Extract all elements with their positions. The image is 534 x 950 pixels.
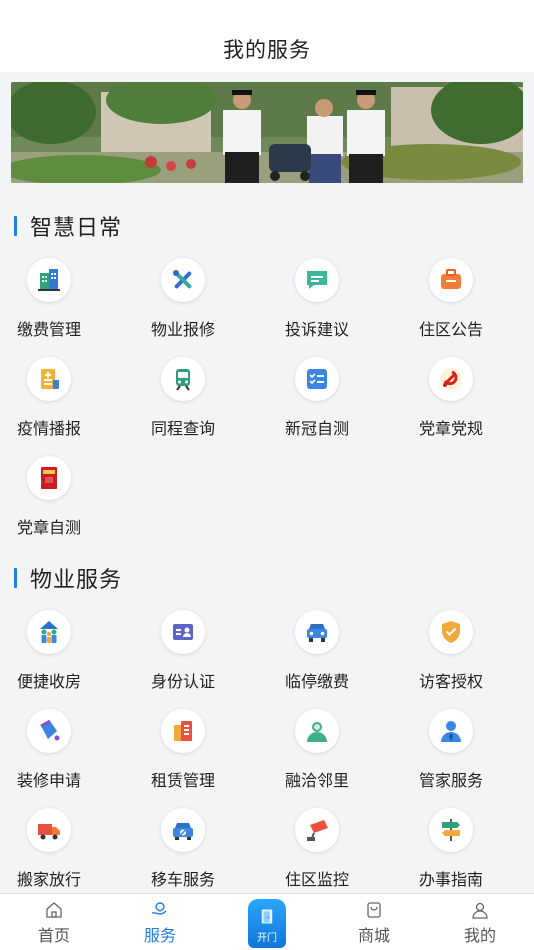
- health-report-icon: [27, 357, 71, 401]
- service-label: 身份认证: [151, 672, 216, 691]
- signpost-icon: [429, 808, 473, 852]
- section-header-smart-daily: 智慧日常: [14, 210, 122, 242]
- banner-image[interactable]: [11, 82, 523, 183]
- user-icon: [472, 902, 488, 919]
- service-visitor-authorization[interactable]: 访客授权: [402, 610, 534, 692]
- service-neighborhood[interactable]: 融洽邻里: [268, 709, 402, 791]
- service-label: 融洽邻里: [285, 771, 350, 790]
- service-community-monitoring[interactable]: 住区监控: [268, 808, 402, 890]
- service-label: 住区公告: [419, 320, 484, 339]
- home-icon: [46, 902, 62, 918]
- service-label: 缴费管理: [17, 320, 82, 339]
- party-emblem-icon: [429, 357, 473, 401]
- section-header-property-services: 物业服务: [14, 562, 122, 594]
- service-covid-selftest[interactable]: 新冠自测: [268, 357, 402, 439]
- service-complaints[interactable]: 投诉建议: [268, 258, 402, 340]
- section-accent-bar: [14, 216, 17, 236]
- paint-bucket-icon: [27, 709, 71, 753]
- service-community-notice[interactable]: 住区公告: [402, 258, 534, 340]
- service-party-rules[interactable]: 党章党规: [402, 357, 534, 439]
- neighbor-user-icon: [295, 709, 339, 753]
- service-label: 搬家放行: [17, 870, 82, 889]
- service-renovation-application[interactable]: 装修申请: [0, 709, 134, 791]
- butler-icon: [429, 709, 473, 753]
- service-butler[interactable]: 管家服务: [402, 709, 534, 791]
- service-parking-fee[interactable]: 临停缴费: [268, 610, 402, 692]
- tab-label: 服务: [143, 926, 176, 945]
- wrench-screwdriver-icon: [161, 258, 205, 302]
- party-book-icon: [27, 456, 71, 500]
- service-label: 投诉建议: [285, 320, 350, 339]
- door-icon: [261, 909, 273, 924]
- tab-label: 首页: [37, 926, 70, 945]
- service-label: 访客授权: [419, 672, 484, 691]
- building-icon: [27, 258, 71, 302]
- service-label: 党章自测: [17, 518, 82, 537]
- move-car-icon: [161, 808, 205, 852]
- camera-icon: [295, 808, 339, 852]
- service-label: 办事指南: [419, 870, 484, 889]
- service-label: 党章党规: [419, 419, 484, 438]
- tab-services[interactable]: 服务: [120, 894, 200, 950]
- open-door-label: 开门: [257, 933, 277, 944]
- section-title: 物业服务: [30, 568, 123, 593]
- service-identity-verification[interactable]: 身份认证: [134, 610, 268, 692]
- banner-photo: [11, 82, 523, 183]
- house-people-icon: [27, 610, 71, 654]
- shopping-bag-icon: [367, 902, 381, 918]
- service-label: 住区监控: [285, 870, 350, 889]
- notice-bag-icon: [429, 258, 473, 302]
- train-icon: [161, 357, 205, 401]
- tab-label: 我的: [463, 926, 496, 945]
- service-moving-release[interactable]: 搬家放行: [0, 808, 134, 890]
- tab-label: 商城: [357, 926, 390, 945]
- service-label: 临停缴费: [285, 672, 350, 691]
- id-card-icon: [161, 610, 205, 654]
- service-label: 同程查询: [151, 419, 216, 438]
- service-label: 新冠自测: [285, 419, 350, 438]
- section-title: 智慧日常: [30, 216, 123, 241]
- service-move-car[interactable]: 移车服务: [134, 808, 268, 890]
- service-label: 管家服务: [419, 771, 484, 790]
- tab-mine[interactable]: 我的: [440, 894, 520, 950]
- service-label: 物业报修: [151, 320, 216, 339]
- service-epidemic-report[interactable]: 疫情播报: [0, 357, 134, 439]
- service-payment-management[interactable]: 缴费管理: [0, 258, 134, 340]
- shield-check-icon: [429, 610, 473, 654]
- page-title: 我的服务: [223, 38, 311, 62]
- tab-home[interactable]: 首页: [14, 894, 94, 950]
- chat-bubble-icon: [295, 258, 339, 302]
- service-label: 疫情播报: [17, 419, 82, 438]
- service-label: 移车服务: [151, 870, 216, 889]
- service-label: 装修申请: [17, 771, 82, 790]
- service-label: 租赁管理: [151, 771, 216, 790]
- service-hand-icon: [151, 902, 167, 915]
- car-front-icon: [295, 610, 339, 654]
- checklist-icon: [295, 357, 339, 401]
- service-quick-handover[interactable]: 便捷收房: [0, 610, 134, 692]
- service-label: 便捷收房: [17, 672, 82, 691]
- truck-icon: [27, 808, 71, 852]
- rental-docs-icon: [161, 709, 205, 753]
- service-rental-management[interactable]: 租赁管理: [134, 709, 268, 791]
- section-accent-bar: [14, 568, 17, 588]
- open-door-button[interactable]: 开门: [248, 899, 286, 948]
- page-header: 我的服务: [0, 0, 534, 72]
- service-guide[interactable]: 办事指南: [402, 808, 534, 890]
- service-travel-query[interactable]: 同程查询: [134, 357, 268, 439]
- tab-mall[interactable]: 商城: [334, 894, 414, 950]
- service-property-repair[interactable]: 物业报修: [134, 258, 268, 340]
- service-party-selftest[interactable]: 党章自测: [0, 456, 134, 538]
